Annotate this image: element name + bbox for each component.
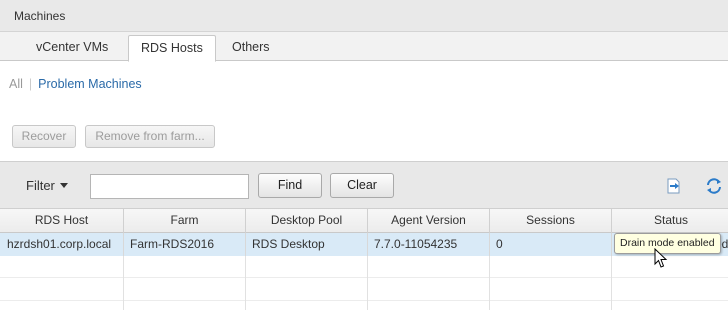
empty-cell (490, 256, 612, 279)
filter-input[interactable] (90, 174, 249, 199)
tab-strip: vCenter VMs RDS Hosts Others (0, 32, 728, 62)
tab-content: All | Problem Machines Recover Remove from… (0, 61, 728, 161)
column-header-sessions[interactable]: Sessions (490, 209, 612, 233)
empty-table-row (0, 279, 728, 302)
empty-cell (612, 256, 728, 279)
column-header-desktop-pool[interactable]: Desktop Pool (246, 209, 368, 233)
tab-rds-hosts[interactable]: RDS Hosts (128, 35, 216, 62)
empty-cell (368, 279, 490, 302)
view-all-link[interactable]: All (9, 77, 23, 91)
recover-button[interactable]: Recover (12, 125, 76, 148)
table-header: RDS Host Farm Desktop Pool Agent Version… (0, 209, 728, 233)
empty-cell (490, 279, 612, 302)
empty-cell (612, 279, 728, 302)
title-bar: Machines (0, 0, 728, 32)
view-filter: All | Problem Machines (9, 77, 142, 91)
empty-table-row (0, 302, 728, 310)
empty-cell (124, 302, 246, 310)
filter-dropdown[interactable]: Filter (26, 178, 68, 193)
cell-desktop-pool: RDS Desktop (246, 233, 368, 256)
empty-cell (246, 279, 368, 302)
cell-farm: Farm-RDS2016 (124, 233, 246, 256)
empty-cell (124, 279, 246, 302)
view-separator: | (28, 77, 33, 91)
empty-cell (0, 279, 124, 302)
empty-table-row (0, 256, 728, 279)
cell-rds-host: hzrdsh01.corp.local (0, 233, 124, 256)
tab-vcenter-vms[interactable]: vCenter VMs (24, 36, 120, 61)
refresh-icon[interactable] (705, 177, 723, 195)
empty-cell (246, 302, 368, 310)
column-header-status[interactable]: Status (612, 209, 728, 233)
remove-from-farm-button[interactable]: Remove from farm... (85, 125, 215, 148)
find-button[interactable]: Find (258, 173, 322, 198)
tab-others[interactable]: Others (220, 36, 282, 61)
machines-table: RDS Host Farm Desktop Pool Agent Version… (0, 209, 728, 310)
column-header-agent-version[interactable]: Agent Version (368, 209, 490, 233)
empty-cell (246, 256, 368, 279)
filter-toolbar: Filter Find Clear (0, 161, 728, 209)
empty-cell (368, 256, 490, 279)
problem-machines-link[interactable]: Problem Machines (38, 77, 142, 91)
cell-agent-version: 7.7.0-11054235 (368, 233, 490, 256)
clear-button[interactable]: Clear (330, 173, 394, 198)
empty-cell (0, 302, 124, 310)
column-header-rds-host[interactable]: RDS Host (0, 209, 124, 233)
chevron-down-icon (59, 183, 68, 188)
mouse-pointer-icon (654, 248, 668, 268)
empty-cell (368, 302, 490, 310)
column-header-farm[interactable]: Farm (124, 209, 246, 233)
export-icon[interactable] (666, 178, 682, 194)
empty-cell (0, 256, 124, 279)
window-title: Machines (14, 9, 66, 23)
empty-cell (490, 302, 612, 310)
empty-cell (612, 302, 728, 310)
filter-label: Filter (26, 178, 55, 193)
empty-cell (124, 256, 246, 279)
cell-sessions: 0 (490, 233, 612, 256)
